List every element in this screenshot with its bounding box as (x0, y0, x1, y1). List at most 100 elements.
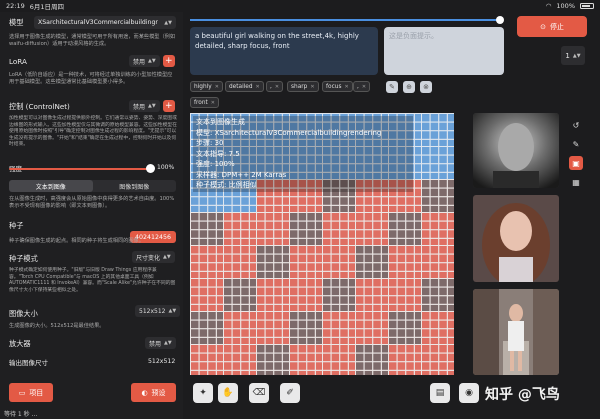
hand-icon[interactable]: ✋ (218, 383, 238, 403)
preview-tile-cell (257, 329, 265, 337)
basket-icon[interactable]: ▣ (569, 156, 583, 170)
guidance-slider-thumb[interactable] (496, 16, 504, 24)
preview-tile-cell (290, 312, 298, 320)
lora-description: LoRA（低阶自适应）是一种技术，可将经过单独训练的小型加性模型应用于基础模型。… (9, 72, 173, 86)
preview-tile-cell (257, 362, 265, 370)
stop-button[interactable]: ⊙ 停止 (517, 16, 587, 37)
preview-tile-cell (430, 320, 439, 329)
tab-image-to-image[interactable]: 图像到图像 (93, 180, 177, 192)
preview-tile-cell (439, 296, 447, 304)
preview-tile-cell (224, 370, 232, 375)
camera-icon[interactable]: ◉ (459, 383, 479, 403)
chevron-updown-icon: ▲▼ (164, 340, 172, 346)
seed-mode-select[interactable]: 尺寸变化 ▲▼ (132, 251, 175, 263)
preview-tile-cell (340, 362, 348, 370)
preview-tile-cell (331, 246, 340, 254)
add-controlnet-button[interactable]: + (162, 100, 175, 112)
add-lora-button[interactable]: + (162, 55, 175, 67)
add-circle-icon[interactable]: ⊕ (403, 81, 415, 93)
preview-tile-cell (199, 312, 208, 320)
preview-tile-cell (307, 213, 315, 221)
controlnet-select[interactable]: 禁用 ▲▼ (129, 100, 160, 112)
prompt-input[interactable]: a beautiful girl walking on the street,4… (190, 27, 378, 75)
preview-tile-cell (430, 180, 439, 188)
note-icon[interactable]: ▤ (430, 383, 450, 403)
preview-tile-cell (373, 221, 381, 230)
lora-select[interactable]: 禁用 ▲▼ (129, 55, 160, 67)
preview-tile-cell (340, 197, 348, 205)
preview-tile-cell (323, 345, 331, 353)
remove-circle-icon[interactable]: ⊗ (420, 81, 432, 93)
prompt-tag[interactable]: , ✕ (353, 81, 371, 92)
preview-tile-cell (208, 246, 216, 254)
model-select[interactable]: XSarchitecturalV3Commercialbuildingr ▲▼ (34, 16, 176, 29)
lora-controls: 禁用 ▲▼ + (129, 55, 175, 67)
guidance-slider-track[interactable] (190, 19, 499, 21)
pen-icon[interactable]: ✎ (569, 137, 583, 151)
preview-tile-cell (274, 353, 282, 362)
size-select[interactable]: 512x512 ▲▼ (135, 305, 181, 317)
preview-tile-cell (439, 345, 447, 353)
preview-tile-cell (257, 287, 265, 296)
upscaler-select[interactable]: 禁用 ▲▼ (145, 337, 176, 349)
close-icon[interactable]: ✕ (310, 84, 314, 90)
chevron-updown-icon: ▲▼ (164, 19, 172, 26)
preset-button[interactable]: ◐ 预设 (131, 383, 176, 402)
preview-tile-cell (298, 296, 307, 304)
history-thumbnail[interactable] (473, 289, 559, 375)
preview-tile-cell (232, 279, 241, 287)
history-thumbnail[interactable] (473, 195, 559, 282)
history-thumbnail[interactable] (473, 113, 559, 188)
tab-text-to-image[interactable]: 文本到图像 (9, 180, 93, 192)
prompt-tag[interactable]: , ✕ (266, 81, 284, 92)
strength-slider-thumb[interactable] (146, 164, 155, 173)
strength-slider-track[interactable] (9, 168, 150, 170)
preview-tile-cell (274, 320, 282, 329)
preview-tile-cell (373, 197, 381, 205)
prompt-tag[interactable]: detailed ✕ (225, 81, 264, 92)
eraser-icon[interactable]: ⌫ (249, 383, 269, 403)
preview-tile-cell (208, 320, 216, 329)
preview-tile-cell (208, 345, 216, 353)
prompt-tag[interactable]: highly ✕ (190, 81, 223, 92)
preview-tile-cell (340, 320, 348, 329)
negative-prompt-input[interactable]: 这是负面提示。 (384, 27, 504, 75)
close-icon[interactable]: ✕ (256, 84, 260, 90)
prompt-tag[interactable]: focus ✕ (322, 81, 353, 92)
preview-tile-cell (257, 230, 265, 238)
preview-tile-cell (389, 329, 397, 337)
preview-tile-cell (199, 197, 208, 205)
upscaler-label: 放大器 (9, 339, 31, 348)
preview-tile-cell (356, 329, 364, 337)
preview-tile-cell (331, 329, 340, 337)
project-button[interactable]: ▭ 项目 (9, 383, 53, 402)
history-icon[interactable]: ↺ (569, 118, 583, 132)
close-icon[interactable]: ✕ (211, 100, 215, 106)
preview-tile-cell (232, 213, 241, 221)
preview-tile-cell (430, 114, 439, 122)
grid-icon[interactable]: ▦ (569, 175, 583, 189)
close-icon[interactable]: ✕ (275, 84, 279, 90)
close-icon[interactable]: ✕ (215, 84, 219, 90)
preview-tile-cell (199, 230, 208, 238)
preview-tile-cell (241, 312, 249, 320)
chevron-updown-icon: ▲▼ (572, 52, 581, 59)
brush-icon[interactable]: ✐ (280, 383, 300, 403)
prompt-tag[interactable]: front ✕ (190, 97, 219, 108)
preview-tile-cell (397, 254, 406, 263)
preview-tile-cell (373, 320, 381, 329)
preview-tile-cell (241, 279, 249, 287)
close-icon[interactable]: ✕ (344, 84, 348, 90)
size-description: 生成图像的大小。512x512是最佳结果。 (9, 323, 105, 329)
preview-tile-cell (290, 246, 298, 254)
preview-tile-cell (397, 279, 406, 287)
preview-tile-cell (208, 353, 216, 362)
preview-tile-cell (340, 296, 348, 304)
preview-tile-cell (397, 362, 406, 370)
magic-wand-icon[interactable]: ✦ (193, 383, 213, 403)
prompt-tag[interactable]: sharp ✕ (287, 81, 319, 92)
batch-count-select[interactable]: 1 ▲▼ (561, 46, 585, 65)
close-icon[interactable]: ✕ (362, 84, 366, 90)
preview-tile-cell (406, 246, 414, 254)
paperclip-icon[interactable]: ✎ (386, 81, 398, 93)
